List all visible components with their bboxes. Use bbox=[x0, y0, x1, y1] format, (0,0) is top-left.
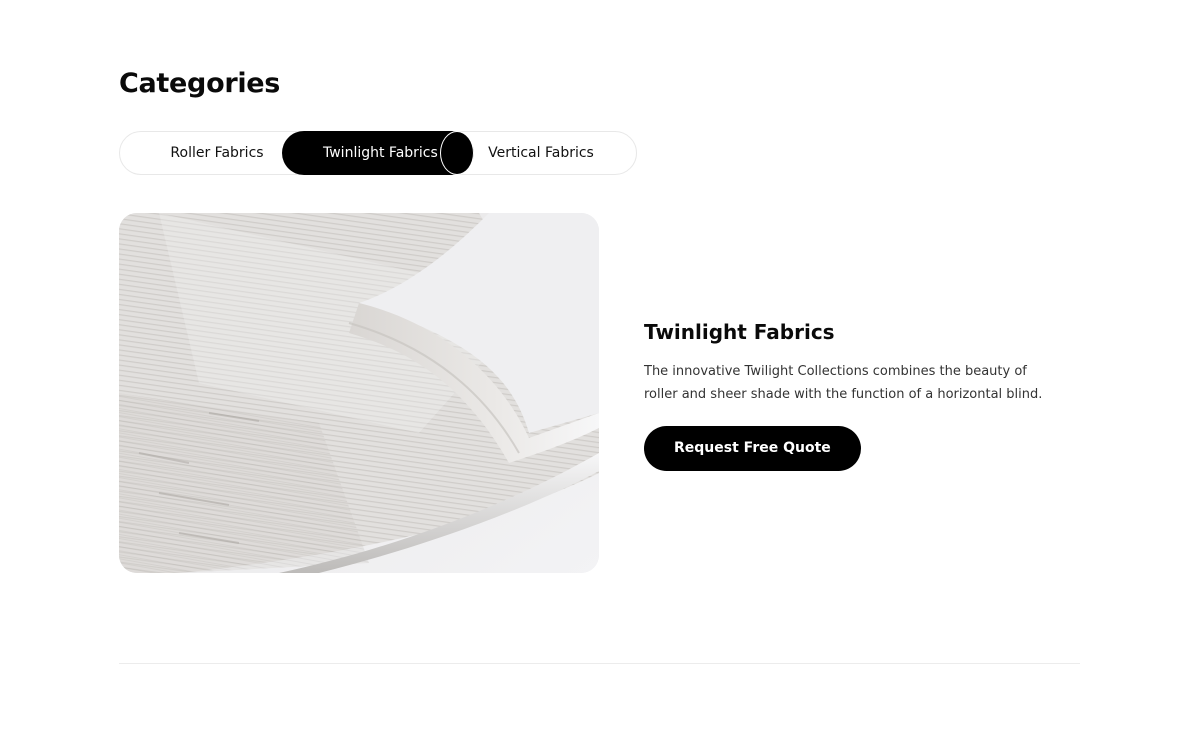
tab-vertical-fabrics[interactable]: Vertical Fabrics bbox=[476, 132, 606, 174]
tab-roller-fabrics[interactable]: Roller Fabrics bbox=[146, 132, 288, 174]
tab-twinlight-fabrics-label: Twinlight Fabrics bbox=[323, 145, 438, 161]
tab-twinlight-fabrics[interactable]: Twinlight Fabrics bbox=[282, 131, 474, 175]
category-tabs: Roller Fabrics Twinlight Fabrics Vertica… bbox=[119, 131, 637, 175]
category-detail: Twinlight Fabrics The innovative Twiligh… bbox=[644, 318, 1064, 471]
section-title: Categories bbox=[119, 68, 281, 99]
request-quote-button[interactable]: Request Free Quote bbox=[644, 426, 861, 471]
tab-indicator-knob bbox=[440, 131, 474, 175]
section-divider bbox=[119, 663, 1080, 664]
fabric-photo-illustration bbox=[119, 213, 599, 573]
fabric-image bbox=[119, 213, 599, 573]
detail-title: Twinlight Fabrics bbox=[644, 320, 835, 344]
detail-description: The innovative Twilight Collections comb… bbox=[644, 364, 1043, 402]
